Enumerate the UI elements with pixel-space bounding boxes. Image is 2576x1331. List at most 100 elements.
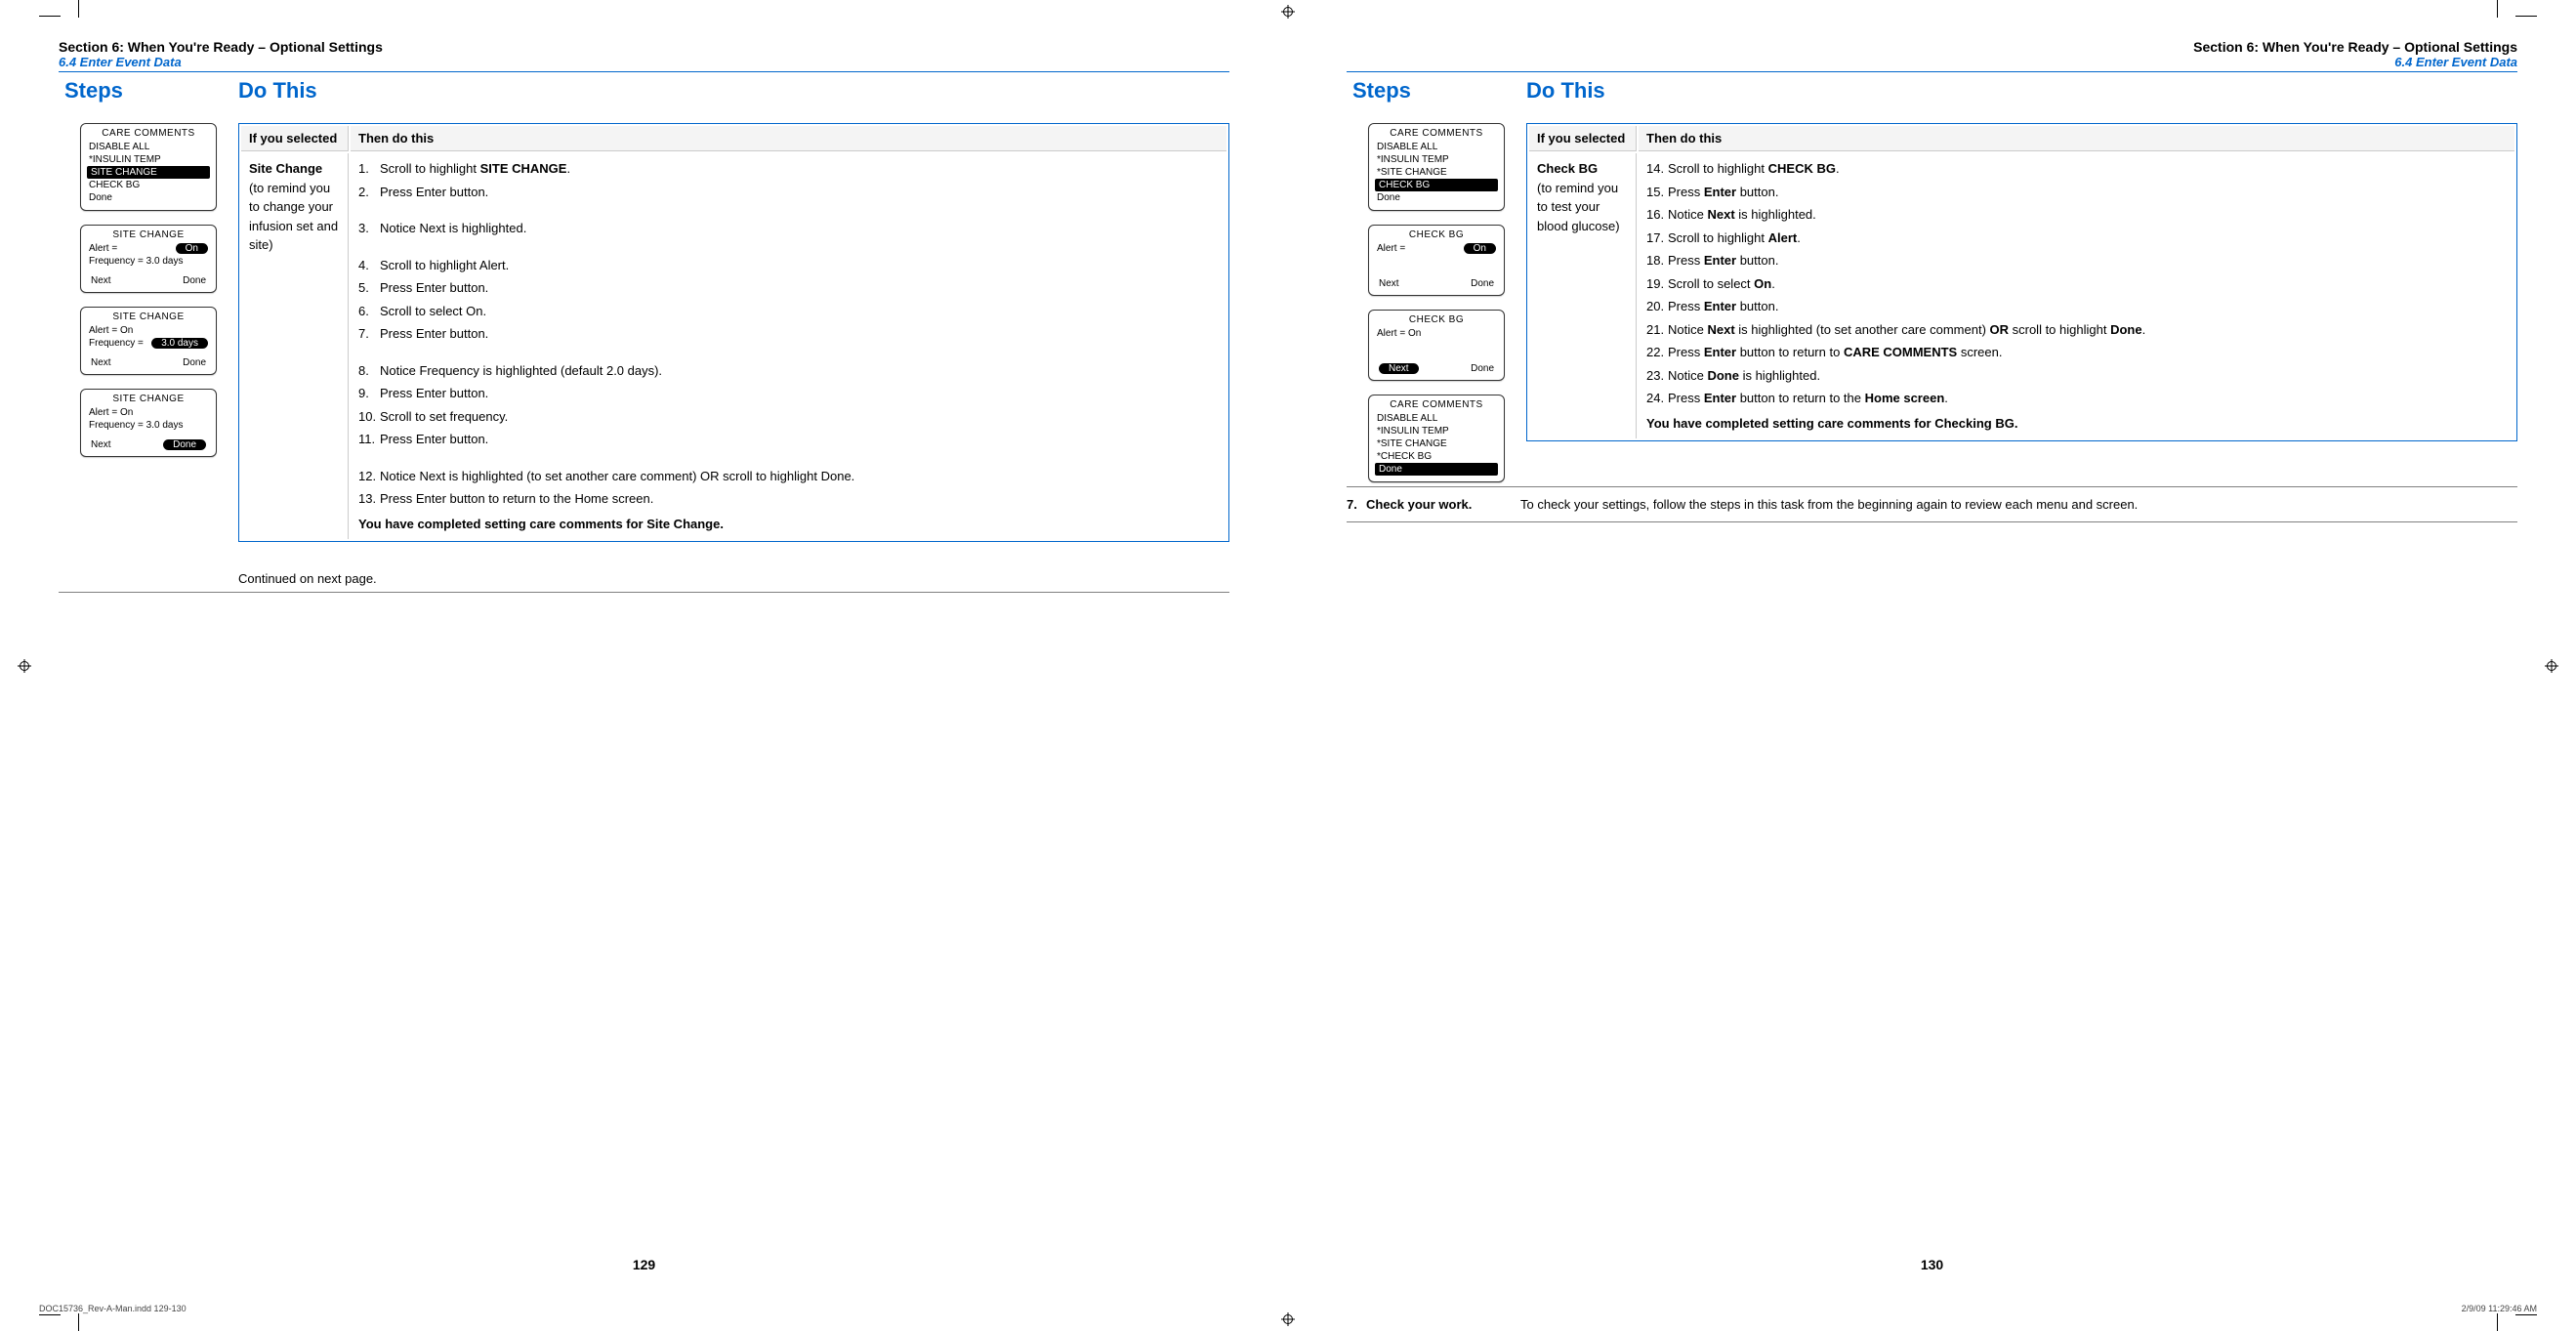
- device-screen-check-bg-alert: CHECK BG Alert = On Next Done: [1368, 225, 1505, 296]
- label: Alert = On: [89, 325, 133, 336]
- button-label: Next: [1379, 278, 1399, 289]
- list-item: CHECK BG: [87, 179, 210, 191]
- step-item: 1.Scroll to highlight SITE CHANGE.: [358, 159, 1219, 179]
- section-heading: Section 6: When You're Ready – Optional …: [59, 39, 1229, 55]
- page-right: Section 6: When You're Ready – Optional …: [1288, 0, 2576, 1331]
- completion-text: You have completed setting care comments…: [358, 515, 1219, 534]
- list-item: *INSULIN TEMP: [1375, 425, 1498, 437]
- list-item: DISABLE ALL: [1375, 141, 1498, 153]
- step-item: 9.Press Enter button.: [358, 384, 1219, 403]
- button-label: Done: [183, 275, 206, 286]
- section-sub: 6.4 Enter Event Data: [59, 55, 1229, 69]
- screens-column: CARE COMMENTS DISABLE ALL *INSULIN TEMP …: [59, 123, 238, 542]
- list-item: *INSULIN TEMP: [1375, 153, 1498, 166]
- step-item: 12.Notice Next is highlighted (to set an…: [358, 467, 1219, 486]
- continued-label: Continued on next page.: [238, 571, 1229, 586]
- step-item: 7.Press Enter button.: [358, 324, 1219, 344]
- value-pill: On: [176, 243, 208, 254]
- label: Frequency =: [89, 338, 144, 349]
- screen-title: SITE CHANGE: [81, 394, 216, 404]
- step-item: 10.Scroll to set frequency.: [358, 407, 1219, 427]
- list-item: *INSULIN TEMP: [87, 153, 210, 166]
- selection-cell: Site Change (to remind you to change you…: [241, 153, 349, 539]
- th-if-selected: If you selected: [1529, 126, 1637, 151]
- step-item: 23.Notice Done is highlighted.: [1646, 366, 2507, 386]
- step-item: 15.Press Enter button.: [1646, 183, 2507, 202]
- device-screen-site-change-freq: SITE CHANGE Alert = On Frequency = 3.0 d…: [80, 307, 217, 375]
- step-body: To check your settings, follow the steps…: [1520, 497, 2517, 512]
- device-screen-care-comments: CARE COMMENTS DISABLE ALL *INSULIN TEMP …: [1368, 123, 1505, 211]
- value-pill: 3.0 days: [151, 338, 208, 349]
- screen-title: SITE CHANGE: [81, 229, 216, 240]
- step-item: 6.Scroll to select On.: [358, 302, 1219, 321]
- selection-cell: Check BG (to remind you to test your blo…: [1529, 153, 1637, 438]
- value-pill: On: [1464, 243, 1496, 254]
- th-if-selected: If you selected: [241, 126, 349, 151]
- screen-title: SITE CHANGE: [81, 312, 216, 322]
- button-label: Next: [91, 275, 111, 286]
- button-label: Done: [1471, 363, 1494, 374]
- label: Alert =: [89, 243, 117, 254]
- instructions-table: If you selected Then do this Check BG (t…: [1526, 123, 2517, 441]
- divider: [1347, 486, 2517, 487]
- do-this-heading: Do This: [1526, 78, 1605, 104]
- label: Alert = On: [89, 407, 133, 418]
- selection-title: Check BG: [1537, 161, 1598, 176]
- screen-title: CARE COMMENTS: [81, 128, 216, 139]
- list-item: *SITE CHANGE: [1375, 437, 1498, 450]
- section-sub: 6.4 Enter Event Data: [1347, 55, 2517, 69]
- step-item: 17.Scroll to highlight Alert.: [1646, 229, 2507, 248]
- page-left: Section 6: When You're Ready – Optional …: [0, 0, 1288, 1331]
- list-item-selected: Done: [1375, 463, 1498, 476]
- button-label: Done: [1471, 278, 1494, 289]
- step-item: 11.Press Enter button.: [358, 430, 1219, 449]
- step-item: 13.Press Enter button to return to the H…: [358, 489, 1219, 509]
- th-then-do: Then do this: [1639, 126, 2514, 151]
- page-number: 130: [1921, 1257, 1943, 1272]
- list-item: Done: [1375, 191, 1498, 204]
- page-number: 129: [633, 1257, 655, 1272]
- device-screen-care-comments-done: CARE COMMENTS DISABLE ALL *INSULIN TEMP …: [1368, 395, 1505, 482]
- step-item: 14.Scroll to highlight CHECK BG.: [1646, 159, 2507, 179]
- completion-text: You have completed setting care comments…: [1646, 414, 2507, 434]
- selection-desc: (to remind you to test your blood glucos…: [1537, 181, 1620, 233]
- list-item-selected: SITE CHANGE: [87, 166, 210, 179]
- step-item: 3.Notice Next is highlighted.: [358, 219, 1219, 238]
- step-7-row: 7.Check your work. To check your setting…: [1347, 497, 2517, 512]
- label: Frequency = 3.0 days: [89, 420, 183, 431]
- divider: [1347, 521, 2517, 522]
- step-item: 4.Scroll to highlight Alert.: [358, 256, 1219, 275]
- button-label: Next: [91, 357, 111, 368]
- selection-title: Site Change: [249, 161, 322, 176]
- step-item: 2.Press Enter button.: [358, 183, 1219, 202]
- list-item: Done: [87, 191, 210, 204]
- screen-title: CARE COMMENTS: [1369, 399, 1504, 410]
- label: Frequency = 3.0 days: [89, 256, 183, 267]
- list-item: *CHECK BG: [1375, 450, 1498, 463]
- device-screen-care-comments: CARE COMMENTS DISABLE ALL *INSULIN TEMP …: [80, 123, 217, 211]
- label: Alert = On: [1377, 328, 1421, 339]
- section-heading: Section 6: When You're Ready – Optional …: [1347, 39, 2517, 55]
- screens-column: CARE COMMENTS DISABLE ALL *INSULIN TEMP …: [1347, 123, 1526, 482]
- device-screen-check-bg-next: CHECK BG Alert = On Next Done: [1368, 310, 1505, 381]
- list-item: *SITE CHANGE: [1375, 166, 1498, 179]
- step-label: Check your work.: [1366, 497, 1472, 512]
- step-item: 19.Scroll to select On.: [1646, 274, 2507, 294]
- button-label-selected: Next: [1379, 363, 1419, 374]
- list-item-selected: CHECK BG: [1375, 179, 1498, 191]
- slug-file: DOC15736_Rev-A-Man.indd 129-130: [39, 1304, 187, 1313]
- step-item: 18.Press Enter button.: [1646, 251, 2507, 270]
- steps-cell: 1.Scroll to highlight SITE CHANGE. 2.Pres…: [351, 153, 1226, 539]
- instructions-table: If you selected Then do this Site Change…: [238, 123, 1229, 542]
- steps-cell: 14.Scroll to highlight CHECK BG. 15.Pres…: [1639, 153, 2514, 438]
- divider: [59, 71, 1229, 72]
- button-label-selected: Done: [163, 439, 206, 450]
- steps-heading: Steps: [1352, 78, 1526, 104]
- screen-title: CARE COMMENTS: [1369, 128, 1504, 139]
- th-then-do: Then do this: [351, 126, 1226, 151]
- screen-title: CHECK BG: [1369, 229, 1504, 240]
- button-label: Done: [183, 357, 206, 368]
- selection-desc: (to remind you to change your infusion s…: [249, 181, 338, 253]
- list-item: DISABLE ALL: [1375, 412, 1498, 425]
- label: Alert =: [1377, 243, 1405, 254]
